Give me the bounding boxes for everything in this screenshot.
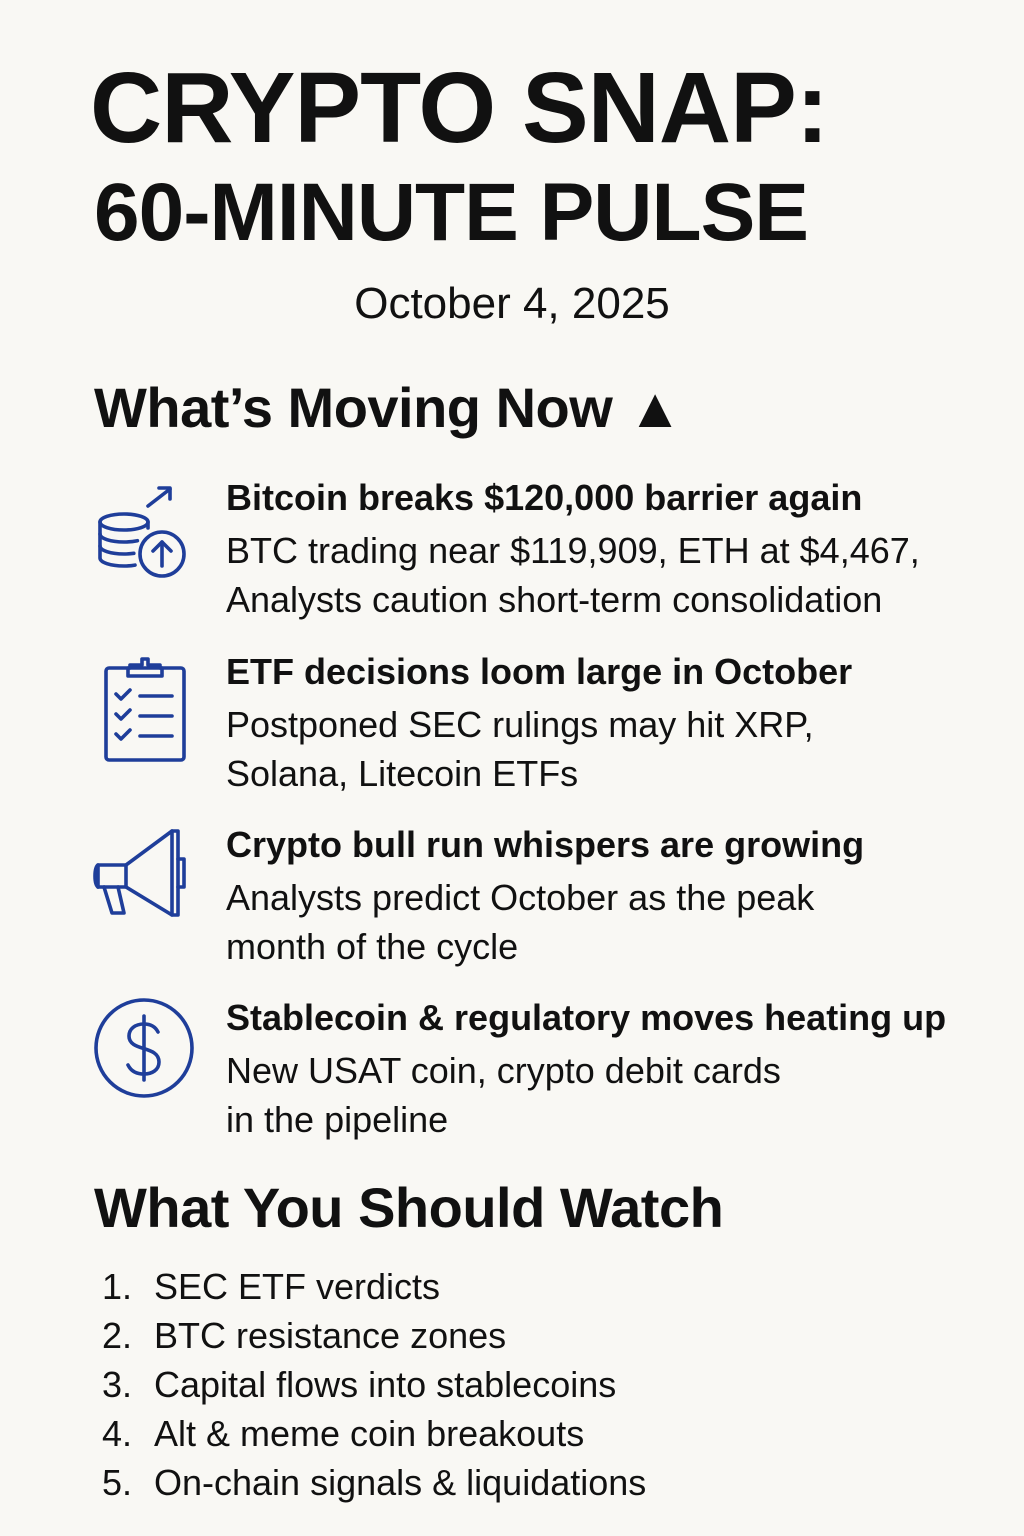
news-headline: Bitcoin breaks $120,000 barrier again bbox=[226, 477, 863, 518]
news-body: Postponed SEC rulings may hit XRP, Solan… bbox=[226, 700, 1006, 798]
news-body-line: Analysts caution short-term consolidatio… bbox=[226, 579, 883, 620]
list-number: 3. bbox=[102, 1364, 133, 1405]
list-item: 5. On-chain signals & liquidations bbox=[102, 1458, 646, 1507]
list-item: 2. BTC resistance zones bbox=[102, 1311, 646, 1360]
news-body: New USAT coin, crypto debit cards in the… bbox=[226, 1046, 1006, 1144]
list-item: 3. Capital flows into stablecoins bbox=[102, 1360, 646, 1409]
news-body: Analysts predict October as the peak mon… bbox=[226, 873, 1006, 971]
page-title-line2: 60-MINUTE PULSE bbox=[94, 167, 809, 258]
news-headline: Stablecoin & regulatory moves heating up bbox=[226, 997, 947, 1038]
news-headline: Crypto bull run whispers are growing bbox=[226, 824, 865, 865]
date-text: October 4, 2025 bbox=[354, 279, 670, 328]
clipboard-checklist-icon bbox=[90, 654, 200, 764]
section-heading-watch: What You Should Watch bbox=[94, 1176, 724, 1239]
list-number: 2. bbox=[102, 1315, 133, 1356]
news-body: BTC trading near $119,909, ETH at $4,467… bbox=[226, 526, 1006, 624]
list-text: BTC resistance zones bbox=[154, 1315, 507, 1356]
list-text: Capital flows into stablecoins bbox=[154, 1364, 617, 1405]
news-body-line: month of the cycle bbox=[226, 926, 519, 967]
list-text: On-chain signals & liquidations bbox=[154, 1462, 647, 1503]
list-number: 5. bbox=[102, 1462, 133, 1503]
list-number: 4. bbox=[102, 1413, 133, 1454]
news-body-line: Analysts predict October as the peak bbox=[226, 877, 815, 918]
list-item: 4. Alt & meme coin breakouts bbox=[102, 1409, 646, 1458]
list-item: 1. SEC ETF verdicts bbox=[102, 1262, 646, 1311]
list-number: 1. bbox=[102, 1266, 133, 1307]
news-headline: ETF decisions loom large in October bbox=[226, 651, 853, 692]
watch-list: 1. SEC ETF verdicts 2. BTC resistance zone… bbox=[102, 1262, 646, 1507]
megaphone-icon bbox=[90, 825, 200, 935]
news-body-line: Postponed SEC rulings may hit XRP, bbox=[226, 704, 814, 745]
page-title-line1: CRYPTO SNAP: bbox=[90, 52, 829, 164]
news-body-line: in the pipeline bbox=[226, 1099, 449, 1140]
news-body-line: Solana, Litecoin ETFs bbox=[226, 753, 579, 794]
section-heading-moving: What’s Moving Now ▲ bbox=[94, 376, 683, 439]
page-date: October 4, 2025 bbox=[0, 282, 1024, 326]
coins-up-icon bbox=[90, 480, 200, 590]
news-body-line: BTC trading near $119,909, ETH at $4,467… bbox=[226, 530, 920, 571]
list-text: SEC ETF verdicts bbox=[154, 1266, 441, 1307]
dollar-circle-icon bbox=[90, 994, 200, 1104]
list-text: Alt & meme coin breakouts bbox=[154, 1413, 585, 1454]
news-body-line: New USAT coin, crypto debit cards bbox=[226, 1050, 781, 1091]
